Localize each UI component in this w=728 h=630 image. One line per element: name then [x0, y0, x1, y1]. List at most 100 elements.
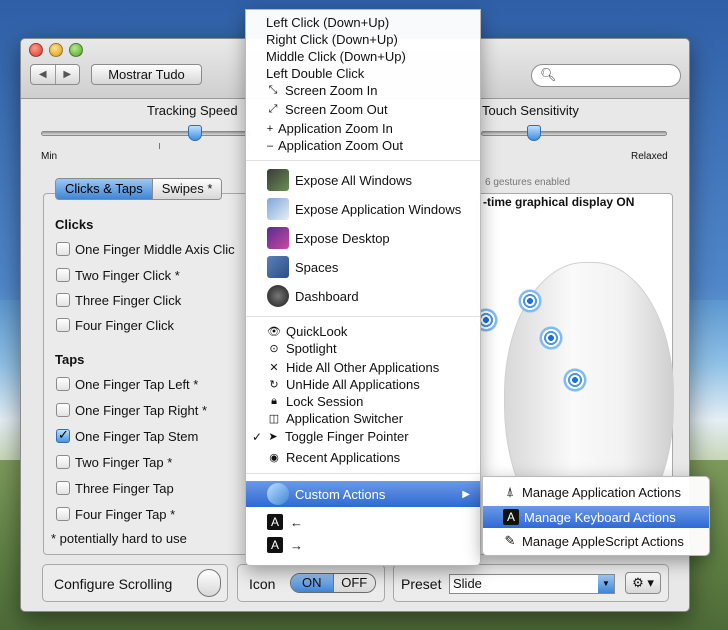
relaxed-label: Relaxed	[631, 151, 668, 162]
checkbox[interactable]	[56, 481, 70, 495]
scrolling-stepper-icon[interactable]	[197, 569, 221, 597]
configure-scrolling-label[interactable]: Configure Scrolling	[54, 576, 172, 592]
back-arrow-icon[interactable]: ◀	[31, 65, 56, 84]
tracking-speed-slider[interactable]	[41, 131, 251, 136]
taps-heading: Taps	[55, 352, 85, 367]
menu-item-custom-actions[interactable]: Custom Actions ▶	[246, 481, 480, 507]
gesture-row[interactable]: One Finger Middle Axis Clic	[56, 240, 235, 258]
key-a-icon: A	[267, 537, 283, 553]
touch-sensitivity-label: Touch Sensitivity	[482, 103, 579, 118]
menu-item-checked[interactable]: ✓ ➤ Toggle Finger Pointer	[246, 428, 480, 445]
toggle-on[interactable]: ON	[291, 574, 333, 592]
touch-point-4	[562, 367, 588, 393]
menu-item[interactable]: ⤡ Screen Zoom In	[246, 82, 480, 99]
checkbox[interactable]	[56, 455, 70, 469]
menu-separator	[246, 316, 480, 317]
toggle-off[interactable]: OFF	[332, 574, 375, 592]
tab-clicks-taps[interactable]: Clicks & Taps	[56, 179, 152, 199]
gesture-tabs: Clicks & Taps Swipes *	[55, 178, 223, 200]
custom-actions-icon	[267, 483, 289, 505]
menu-item[interactable]: A ←	[246, 512, 480, 532]
app-switcher-icon: ◫	[268, 413, 280, 425]
checkbox[interactable]	[56, 403, 70, 417]
menu-item[interactable]: Left Double Click	[246, 65, 480, 82]
gesture-row[interactable]: Two Finger Tap *	[56, 453, 172, 471]
menu-separator	[246, 473, 480, 474]
preset-value: Slide	[453, 576, 482, 591]
menu-item[interactable]: Expose Application Windows	[246, 197, 480, 221]
gear-menu-button[interactable]: ⚙ ▾	[625, 572, 661, 594]
clicks-heading: Clicks	[55, 217, 94, 232]
touch-point-3	[538, 325, 564, 351]
menu-item[interactable]: Middle Click (Down+Up)	[246, 48, 480, 65]
menu-item[interactable]: ◫ Application Switcher	[246, 410, 480, 427]
menu-item[interactable]: Expose All Windows	[246, 168, 480, 192]
submenu-item[interactable]: ✎ Manage AppleScript Actions	[483, 532, 709, 550]
footnote: * potentially hard to use	[51, 531, 187, 546]
menu-item[interactable]: ✕ Hide All Other Applications	[246, 359, 480, 376]
nav-back-forward: ◀ ▶	[30, 64, 80, 85]
gesture-row[interactable]: Four Finger Tap *	[56, 505, 175, 523]
forward-arrow-icon[interactable]: ▶	[56, 65, 80, 84]
checkbox[interactable]	[56, 293, 70, 307]
menu-item[interactable]: ⊙ Spotlight	[246, 340, 480, 357]
menu-item[interactable]: ⤢ Screen Zoom Out	[246, 101, 480, 118]
chevron-down-icon[interactable]: ▼	[598, 575, 614, 593]
show-all-button[interactable]: Mostrar Tudo	[91, 64, 202, 85]
menu-item[interactable]: ↻ UnHide All Applications	[246, 376, 480, 393]
menu-item[interactable]: + Application Zoom In	[246, 120, 480, 137]
tracking-speed-label: Tracking Speed	[147, 103, 238, 118]
gesture-row[interactable]: Two Finger Click *	[56, 266, 180, 284]
gesture-row[interactable]: One Finger Tap Right *	[56, 401, 207, 419]
dashboard-icon	[267, 285, 289, 307]
pointer-arrow-icon: ➤	[268, 431, 278, 443]
spotlight-icon: ⊙	[269, 343, 279, 355]
menu-item[interactable]: Spaces	[246, 255, 480, 279]
expose-app-windows-icon	[267, 198, 289, 220]
checkbox-checked[interactable]	[56, 427, 70, 443]
gesture-row[interactable]: One Finger Tap Left *	[56, 375, 198, 393]
minimize-window-button[interactable]	[49, 43, 63, 57]
min-label: Min	[41, 151, 58, 162]
menu-item[interactable]: Expose Desktop	[246, 226, 480, 250]
menu-item[interactable]: Right Click (Down+Up)	[246, 31, 480, 48]
menu-item[interactable]: Left Click (Down+Up)	[246, 14, 480, 31]
keyboard-actions-icon: A	[503, 509, 519, 525]
unhide-refresh-icon: ↻	[269, 379, 279, 391]
gesture-row[interactable]: One Finger Tap Stem	[56, 427, 198, 445]
checkbox[interactable]	[56, 242, 70, 256]
tab-swipes[interactable]: Swipes *	[151, 179, 222, 199]
search-icon: 🔍︎	[540, 67, 557, 82]
checkbox[interactable]	[56, 377, 70, 391]
plus-icon: +	[266, 122, 274, 135]
close-window-button[interactable]	[29, 43, 43, 57]
menu-item[interactable]: 👁︎ QuickLook	[246, 323, 480, 340]
gesture-row[interactable]: Three Finger Tap	[56, 479, 174, 497]
menu-separator	[246, 160, 480, 161]
tracking-ticks	[159, 143, 249, 149]
key-a-icon: A	[267, 514, 283, 530]
gesture-row[interactable]: Four Finger Click	[56, 316, 174, 334]
menu-item[interactable]: ◉ Recent Applications	[246, 449, 480, 466]
tracking-speed-knob[interactable]	[188, 125, 202, 141]
menu-item[interactable]: A →	[246, 535, 480, 555]
checkbox[interactable]	[56, 318, 70, 332]
search-input[interactable]: 🔍︎	[531, 64, 681, 87]
menu-item[interactable]: 🔒︎ Lock Session	[246, 393, 480, 410]
zoom-window-button[interactable]	[69, 43, 83, 57]
checkbox[interactable]	[56, 507, 70, 521]
checkbox[interactable]	[56, 268, 70, 282]
lock-icon: 🔒︎	[271, 395, 277, 407]
icon-toggle[interactable]: ON OFF	[290, 573, 376, 593]
submenu-item-highlighted[interactable]: A Manage Keyboard Actions	[483, 506, 709, 528]
action-menu: Left Click (Down+Up) Right Click (Down+U…	[245, 9, 481, 566]
touch-sensitivity-slider[interactable]	[481, 131, 667, 136]
touch-point-1	[517, 288, 543, 314]
touch-sensitivity-knob[interactable]	[527, 125, 541, 141]
zoom-out-icon: ⤢	[268, 103, 278, 115]
submenu-item[interactable]: ⍋ Manage Application Actions	[483, 483, 709, 501]
gesture-row[interactable]: Three Finger Click	[56, 291, 181, 309]
preset-combo[interactable]: Slide ▼	[449, 574, 615, 594]
menu-item[interactable]: Dashboard	[246, 284, 480, 308]
menu-item[interactable]: – Application Zoom Out	[246, 137, 480, 154]
